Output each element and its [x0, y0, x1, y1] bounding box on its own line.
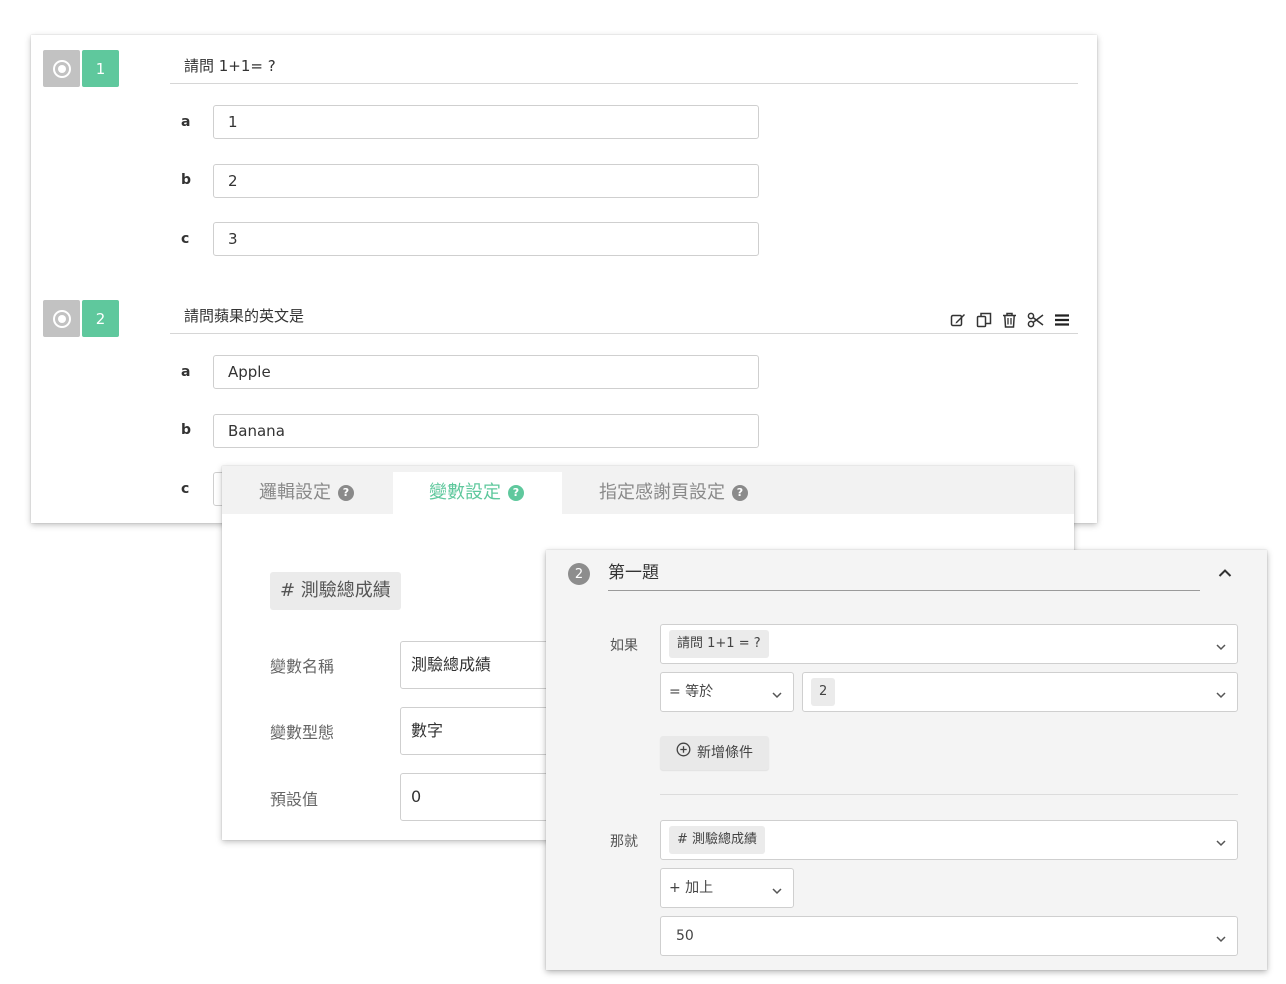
help-icon[interactable]: ? — [508, 485, 524, 501]
question-title[interactable]: 請問蘋果的英文是 — [170, 300, 1078, 334]
edit-icon[interactable] — [949, 311, 966, 328]
tab-label: 邏輯設定 — [259, 482, 331, 503]
action-value: + 加上 — [669, 880, 714, 896]
help-icon[interactable]: ? — [338, 485, 354, 501]
radio-icon — [52, 309, 71, 328]
question-toolbar — [949, 311, 1070, 328]
tab-thank-you-page-settings[interactable]: 指定感謝頁設定 ? — [599, 472, 748, 514]
compare-value-select[interactable]: 2 — [802, 672, 1238, 712]
rule-title[interactable]: 第一題 — [608, 558, 1200, 591]
chevron-down-icon — [771, 686, 783, 699]
tab-variable-settings[interactable]: 變數設定 ? — [393, 472, 562, 514]
chevron-down-icon — [1215, 834, 1227, 847]
question-list-card: 1 請問 1+1= ? a 1 b 2 c 3 2 請問蘋果的英文是 a App… — [31, 35, 1097, 523]
option-input[interactable]: Apple — [213, 355, 759, 389]
option-input[interactable]: 2 — [213, 164, 759, 198]
field-label: 預設值 — [270, 790, 319, 809]
then-variable-select[interactable]: # 測驗總成績 — [660, 820, 1238, 860]
option-key: a — [181, 114, 191, 130]
plus-circle-icon — [676, 736, 691, 770]
field-label: 變數型態 — [270, 723, 335, 742]
chevron-down-icon — [1215, 930, 1227, 943]
menu-icon[interactable] — [1053, 311, 1070, 328]
copy-icon[interactable] — [975, 311, 992, 328]
option-key: a — [181, 364, 191, 380]
option-input[interactable]: 3 — [213, 222, 759, 256]
tab-label: 變數設定 — [429, 482, 501, 503]
tab-logic-settings[interactable]: 邏輯設定 ? — [259, 472, 354, 514]
question-type-radio-button[interactable] — [43, 300, 80, 337]
option-key: b — [181, 422, 192, 438]
option-input[interactable]: Banana — [213, 414, 759, 448]
logic-rule-card: 2 第一題 如果 請問 1+1 = ? = 等於 2 新增條件 那就 # 測驗總… — [546, 550, 1267, 970]
option-key: b — [181, 172, 192, 188]
rule-number-badge: 2 — [568, 563, 590, 585]
add-condition-button[interactable]: 新增條件 — [660, 736, 769, 770]
action-amount: 50 — [676, 928, 694, 944]
trash-icon[interactable] — [1001, 311, 1018, 328]
radio-icon — [52, 59, 71, 78]
action-value-select[interactable]: 50 — [660, 916, 1238, 956]
variable-chip: # 測驗總成績 — [669, 826, 766, 854]
option-input[interactable]: 1 — [213, 105, 759, 139]
value-chip: 2 — [811, 678, 836, 706]
scissors-icon[interactable] — [1027, 311, 1044, 328]
question-chip: 請問 1+1 = ? — [669, 630, 769, 658]
if-question-select[interactable]: 請問 1+1 = ? — [660, 624, 1238, 664]
add-condition-label: 新增條件 — [697, 745, 753, 761]
then-label: 那就 — [610, 834, 638, 850]
chevron-down-icon — [1215, 638, 1227, 651]
operator-select[interactable]: = 等於 — [660, 672, 794, 712]
variable-chip[interactable]: # 測驗總成績 — [270, 572, 401, 610]
chevron-up-icon[interactable] — [1216, 564, 1234, 582]
question-number-badge: 1 — [82, 50, 119, 87]
option-key: c — [181, 481, 190, 497]
help-icon[interactable]: ? — [732, 485, 748, 501]
question-type-radio-button[interactable] — [43, 50, 80, 87]
chevron-down-icon — [1215, 686, 1227, 699]
field-label: 變數名稱 — [270, 657, 335, 676]
if-label: 如果 — [610, 638, 638, 654]
question-number-badge: 2 — [82, 300, 119, 337]
chevron-down-icon — [771, 882, 783, 895]
tab-label: 指定感謝頁設定 — [599, 482, 725, 503]
action-select[interactable]: + 加上 — [660, 868, 794, 908]
question-title[interactable]: 請問 1+1= ? — [170, 50, 1078, 84]
settings-tabs: 邏輯設定 ? 變數設定 ? 指定感謝頁設定 ? — [222, 466, 1074, 514]
divider — [660, 794, 1238, 795]
option-key: c — [181, 231, 190, 247]
operator-value: = 等於 — [669, 684, 714, 700]
